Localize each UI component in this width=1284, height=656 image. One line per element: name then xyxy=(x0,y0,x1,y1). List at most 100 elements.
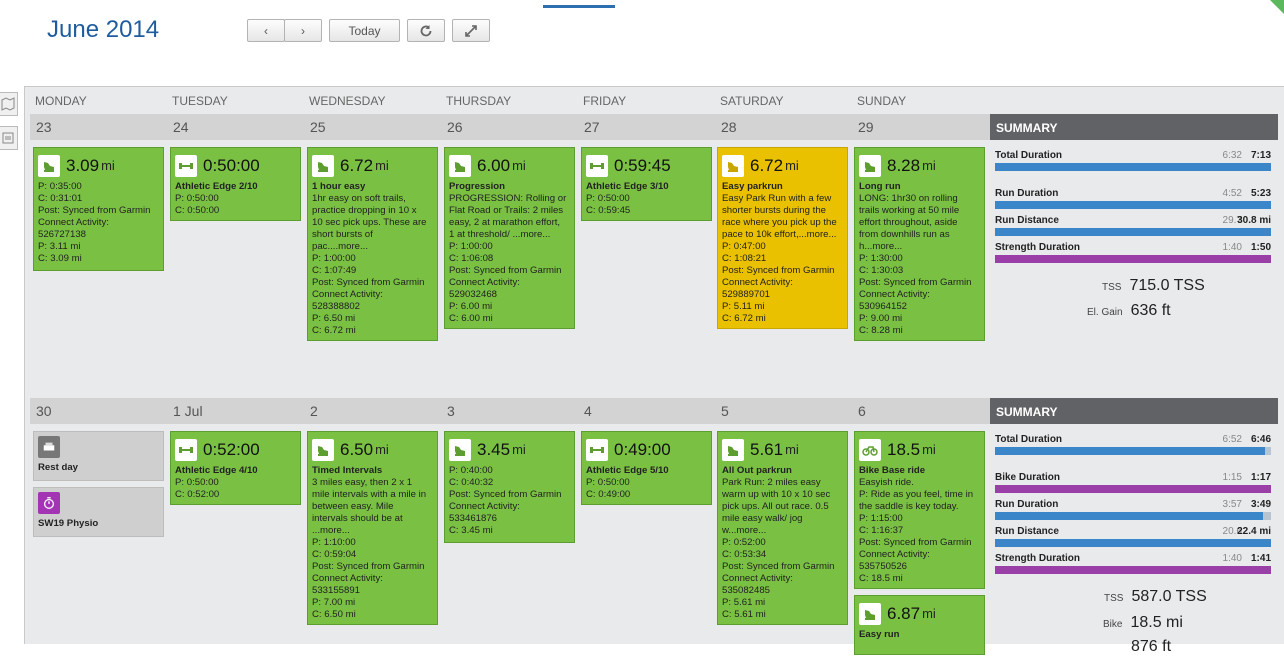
card-line: C: 0:40:32 xyxy=(449,477,494,488)
card-line: P: 0:50:00 xyxy=(175,477,219,488)
summary-progress-bar xyxy=(995,228,1271,236)
today-button[interactable]: Today xyxy=(329,19,400,42)
date-number: 2 xyxy=(310,403,318,419)
card-line: P: 1:10:00 xyxy=(312,537,356,548)
workout-card[interactable]: 8.28 mi Long run LONG: 1hr30 on rolling trai… xyxy=(854,147,985,341)
workout-card[interactable]: 6.87 mi Easy run xyxy=(854,595,985,655)
card-value: 6.87 xyxy=(887,604,921,623)
refresh-button[interactable] xyxy=(407,19,445,42)
summary-label: Strength Duration xyxy=(995,553,1080,564)
corner-ribbon xyxy=(1270,0,1284,14)
card-line: shorter bursts during the xyxy=(722,205,826,216)
workout-card[interactable]: 3.09 mi P: 0:35:00 C: 0:31:01 Post: Synced f… xyxy=(33,147,164,271)
card-line: Connect Activity: xyxy=(722,277,793,288)
date-number: 25 xyxy=(310,119,326,135)
run-shoe-icon xyxy=(449,155,471,177)
card-header: 0:49:00 xyxy=(586,435,707,465)
summary-completed: 1:50 xyxy=(1250,242,1271,253)
card-title: All Out parkrun xyxy=(722,465,792,476)
workout-card[interactable]: 6.72 mi Easy parkrun Easy Park Run with a f… xyxy=(717,147,848,329)
summary-label: Run Duration xyxy=(995,499,1059,510)
expand-button[interactable] xyxy=(452,19,490,42)
summary-label: Run Distance xyxy=(995,215,1059,226)
summary-row: Run Distance 20.6 22.4 mi xyxy=(995,526,1271,550)
card-header: 6.50 mi xyxy=(312,435,433,465)
card-value: 3.09 xyxy=(66,156,100,175)
day-name: SATURDAY xyxy=(720,94,784,108)
workout-card[interactable]: Rest day xyxy=(33,431,164,481)
workout-card[interactable]: 0:50:00 Athletic Edge 2/10 P: 0:50:00 C: 0:… xyxy=(170,147,301,221)
summary-completed: 5:23 xyxy=(1250,188,1271,199)
summary-progress-bar xyxy=(995,539,1271,547)
prev-button[interactable]: ‹ xyxy=(247,19,285,42)
toolbar: June 2014 ‹ › Today xyxy=(0,0,1284,86)
summary-completed: 22.4 mi xyxy=(1237,526,1271,537)
card-line: Connect Activity: xyxy=(722,573,793,584)
workout-card[interactable]: 18.5 mi Bike Base ride Easyish ride. P: Ride… xyxy=(854,431,985,589)
date-number: 6 xyxy=(858,403,866,419)
stopwatch-icon xyxy=(38,492,60,514)
summary-progress-fill xyxy=(995,485,1271,493)
card-header: 6.87 mi xyxy=(859,599,980,629)
card-line: P: 5.11 mi xyxy=(722,301,765,312)
run-shoe-icon xyxy=(38,155,60,177)
chevron-left-icon: ‹ xyxy=(264,23,268,38)
summary-row: Strength Duration 1:40 1:50 xyxy=(995,242,1271,266)
card-title: Easy parkrun xyxy=(722,181,783,192)
card-line: 529889701 xyxy=(722,289,771,300)
card-line: C: 1:30:03 xyxy=(859,265,904,276)
dumbbell-icon xyxy=(586,155,608,177)
summary-label: Bike Duration xyxy=(995,472,1061,483)
card-line: C: 6.00 mi xyxy=(449,313,493,324)
date-number: 24 xyxy=(173,119,189,135)
list-tab[interactable] xyxy=(0,126,18,150)
card-title: SW19 Physio xyxy=(38,518,99,529)
summary-label: Run Distance xyxy=(995,526,1059,537)
date-number: 28 xyxy=(721,119,737,135)
card-line: P: 0:50:00 xyxy=(586,477,630,488)
workout-card[interactable]: 6.50 mi Timed Intervals 3 miles easy, then … xyxy=(307,431,438,625)
summary-progress-fill xyxy=(995,228,1271,236)
card-line: 533461876 xyxy=(449,513,498,524)
run-shoe-icon xyxy=(312,439,334,461)
card-title: Timed Intervals xyxy=(312,465,383,476)
card-line: P: 1:00:00 xyxy=(449,241,493,252)
day-name: WEDNESDAY xyxy=(309,94,386,108)
workout-card[interactable]: 5.61 mi All Out parkrun Park Run: 2 miles e… xyxy=(717,431,848,625)
summary-row: Run Distance 29.7 30.8 mi xyxy=(995,215,1271,239)
card-title: Easy run xyxy=(859,629,900,640)
card-header: 5.61 mi xyxy=(722,435,843,465)
dumbbell-icon xyxy=(586,439,608,461)
summary-header: SUMMARY xyxy=(990,114,1278,140)
card-line: pac....more... xyxy=(312,241,368,252)
card-line: P: 6.50 mi xyxy=(312,313,356,324)
date-number: 30 xyxy=(36,403,52,419)
card-line: C: 0:50:00 xyxy=(175,205,220,216)
workout-card[interactable]: 6.00 mi Progression PROGRESSION: Rolling or… xyxy=(444,147,575,329)
card-title: Rest day xyxy=(38,462,78,473)
card-value: 6.72 xyxy=(340,156,374,175)
card-title: Athletic Edge 3/10 xyxy=(586,181,669,192)
card-line: h...more... xyxy=(859,241,903,252)
card-line: 535750526 xyxy=(859,561,908,572)
tss-row: TSS 715.0 TSS xyxy=(1102,277,1205,294)
workout-card[interactable]: 0:59:45 Athletic Edge 3/10 P: 0:50:00 C: 0:… xyxy=(581,147,712,221)
map-icon xyxy=(1,97,15,111)
workout-card[interactable]: 0:52:00 Athletic Edge 4/10 P: 0:50:00 C: 0:… xyxy=(170,431,301,505)
workout-card[interactable]: 0:49:00 Athletic Edge 5/10 P: 0:50:00 C: 0:… xyxy=(581,431,712,505)
card-line: P: 0:35:00 xyxy=(38,181,82,192)
workout-card[interactable]: SW19 Physio xyxy=(33,487,164,537)
summary-progress-fill xyxy=(995,539,1271,547)
workout-card[interactable]: 3.45 mi P: 0:40:00 C: 0:40:32 Post: Synced f… xyxy=(444,431,575,543)
workout-card[interactable]: 6.72 mi 1 hour easy 1hr easy on soft trails… xyxy=(307,147,438,341)
run-shoe-icon xyxy=(449,439,471,461)
card-line: Post: Synced from Garmin xyxy=(859,277,972,288)
card-line: P: Ride as you feel, time in xyxy=(859,489,974,500)
next-button[interactable]: › xyxy=(284,19,322,42)
card-line: P: 7.00 mi xyxy=(312,597,356,608)
summary-planned: 1:40 xyxy=(1222,242,1242,253)
card-line: P: 1:00:00 xyxy=(312,253,356,264)
card-line: mile easy walk/ jog xyxy=(722,513,803,524)
map-tab[interactable] xyxy=(0,92,18,116)
summary-label: Total Duration xyxy=(995,434,1063,445)
